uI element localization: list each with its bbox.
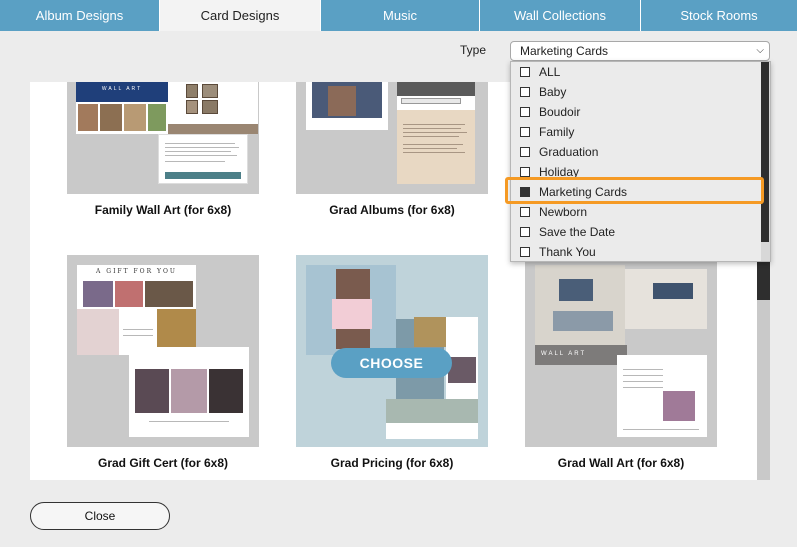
dropdown-option-newborn[interactable]: Newborn <box>511 202 761 222</box>
tab-card-designs[interactable]: Card Designs <box>160 0 321 31</box>
checkbox-icon <box>520 107 530 117</box>
room-scene-panel-2 <box>625 269 707 329</box>
dropdown-option-family[interactable]: Family <box>511 122 761 142</box>
checkbox-icon <box>520 167 530 177</box>
tagline-panel <box>386 399 478 423</box>
option-label: ALL <box>539 65 561 79</box>
dropdown-option-boudoir[interactable]: Boudoir <box>511 102 761 122</box>
checkbox-icon <box>520 227 530 237</box>
type-label: Type <box>460 43 487 57</box>
dropdown-option-graduation[interactable]: Graduation <box>511 142 761 162</box>
option-label: Graduation <box>539 145 599 159</box>
card-title: Grad Wall Art (for 6x8) <box>557 456 685 470</box>
checkbox-icon <box>520 147 530 157</box>
room-scene-panel <box>535 265 625 345</box>
checkbox-icon <box>520 87 530 97</box>
card-thumbnail-grad-wall-art[interactable]: WALL ART <box>525 255 717 447</box>
wall-art-banner-text: WALL ART <box>101 86 143 92</box>
chevron-down-icon: ⌵ <box>756 45 764 56</box>
card-thumbnail-grad-gift-cert[interactable]: A GIFT FOR YOU <box>67 255 259 447</box>
gift-heading: A GIFT FOR YOU <box>96 268 177 275</box>
dropdown-scrollbar-thumb[interactable] <box>761 62 769 242</box>
dropdown-option-all[interactable]: ALL <box>511 62 761 82</box>
card-thumbnail-family-wall-art[interactable]: WALL ART <box>67 82 259 194</box>
option-label: Boudoir <box>539 105 581 119</box>
text-panel <box>617 355 707 437</box>
text-panel <box>397 110 475 184</box>
type-dropdown-list: ALL Baby Boudoir Family Graduation Holid… <box>510 61 771 262</box>
checkbox-icon <box>520 67 530 77</box>
tab-bar: Album Designs Card Designs Music Wall Co… <box>0 0 797 31</box>
close-button[interactable]: Close <box>30 502 170 530</box>
card-title: Family Wall Art (for 6x8) <box>94 203 232 217</box>
tab-album-designs[interactable]: Album Designs <box>0 0 160 31</box>
type-select[interactable]: Marketing Cards ⌵ <box>510 41 770 61</box>
gift-back-panel <box>129 347 249 437</box>
checkbox-icon <box>520 207 530 217</box>
type-select-value: Marketing Cards <box>520 44 609 58</box>
card-thumbnail-grad-albums[interactable] <box>296 82 488 194</box>
book-photo-panel <box>397 82 475 110</box>
photo-panel <box>306 82 388 130</box>
portrait-panel <box>306 265 396 355</box>
footer-panel <box>386 423 478 439</box>
option-label: Baby <box>539 85 567 99</box>
wall-art-banner: WALL ART <box>535 345 627 365</box>
gift-front-panel: A GIFT FOR YOU <box>77 265 196 355</box>
card-title: Grad Albums (for 6x8) <box>329 203 455 217</box>
card-title: Grad Gift Cert (for 6x8) <box>97 456 229 470</box>
card-title: Grad Pricing (for 6x8) <box>330 456 454 470</box>
tab-stock-rooms[interactable]: Stock Rooms <box>641 0 797 31</box>
option-label: Thank You <box>539 245 596 259</box>
tab-wall-collections[interactable]: Wall Collections <box>480 0 641 31</box>
selection-highlight <box>505 177 764 204</box>
room-scene-panel <box>168 82 258 134</box>
dropdown-option-baby[interactable]: Baby <box>511 82 761 102</box>
option-label: Newborn <box>539 205 588 219</box>
text-panel <box>158 134 248 184</box>
wall-art-banner-text: WALL ART <box>541 351 587 357</box>
option-label: Family <box>539 125 575 139</box>
option-label: Save the Date <box>539 225 616 239</box>
dropdown-option-save-the-date[interactable]: Save the Date <box>511 222 761 242</box>
wall-art-banner: WALL ART <box>76 82 168 102</box>
dropdown-option-thank-you[interactable]: Thank You <box>511 242 761 262</box>
checkbox-icon <box>520 127 530 137</box>
photo-strip-panel <box>76 102 168 134</box>
checkbox-icon <box>520 247 530 257</box>
photo-gold <box>414 317 446 347</box>
tab-music[interactable]: Music <box>321 0 480 31</box>
choose-button[interactable]: CHOOSE <box>331 348 452 378</box>
